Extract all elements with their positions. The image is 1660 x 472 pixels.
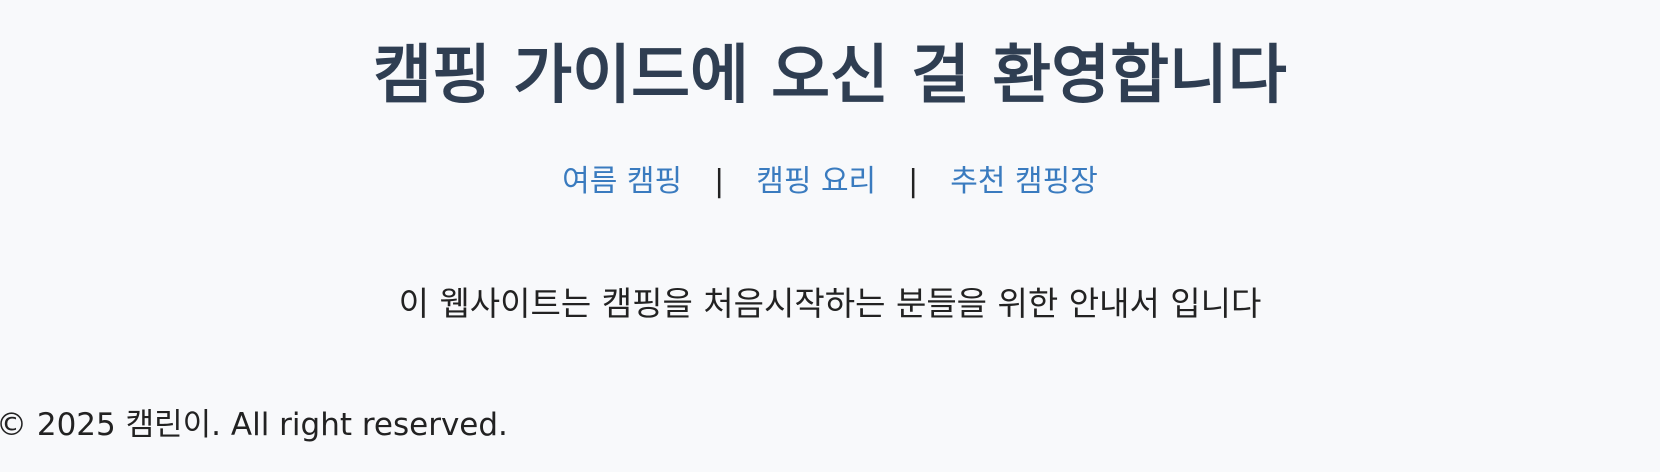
page-title: 캠핑 가이드에 오신 걸 환영합니다 xyxy=(373,39,1287,113)
footer-copyright: © 2025 캠린이. All right reserved. xyxy=(0,407,508,443)
nav-separator: | xyxy=(908,164,919,199)
nav-bar: 여름 캠핑 | 캠핑 요리 | 추천 캠핑장 xyxy=(0,164,1660,200)
nav-separator: | xyxy=(714,164,725,199)
intro-text: 이 웹사이트는 캠핑을 처음시작하는 분들을 위한 안내서 입니다 xyxy=(398,284,1262,323)
nav-link-camping-cooking[interactable]: 캠핑 요리 xyxy=(756,164,876,200)
nav-link-summer-camping[interactable]: 여름 캠핑 xyxy=(562,164,682,200)
page: 캠핑 가이드에 오신 걸 환영합니다 여름 캠핑 | 캠핑 요리 | 추천 캠핑… xyxy=(0,0,1660,472)
nav-link-recommended-campsites[interactable]: 추천 캠핑장 xyxy=(950,164,1098,200)
